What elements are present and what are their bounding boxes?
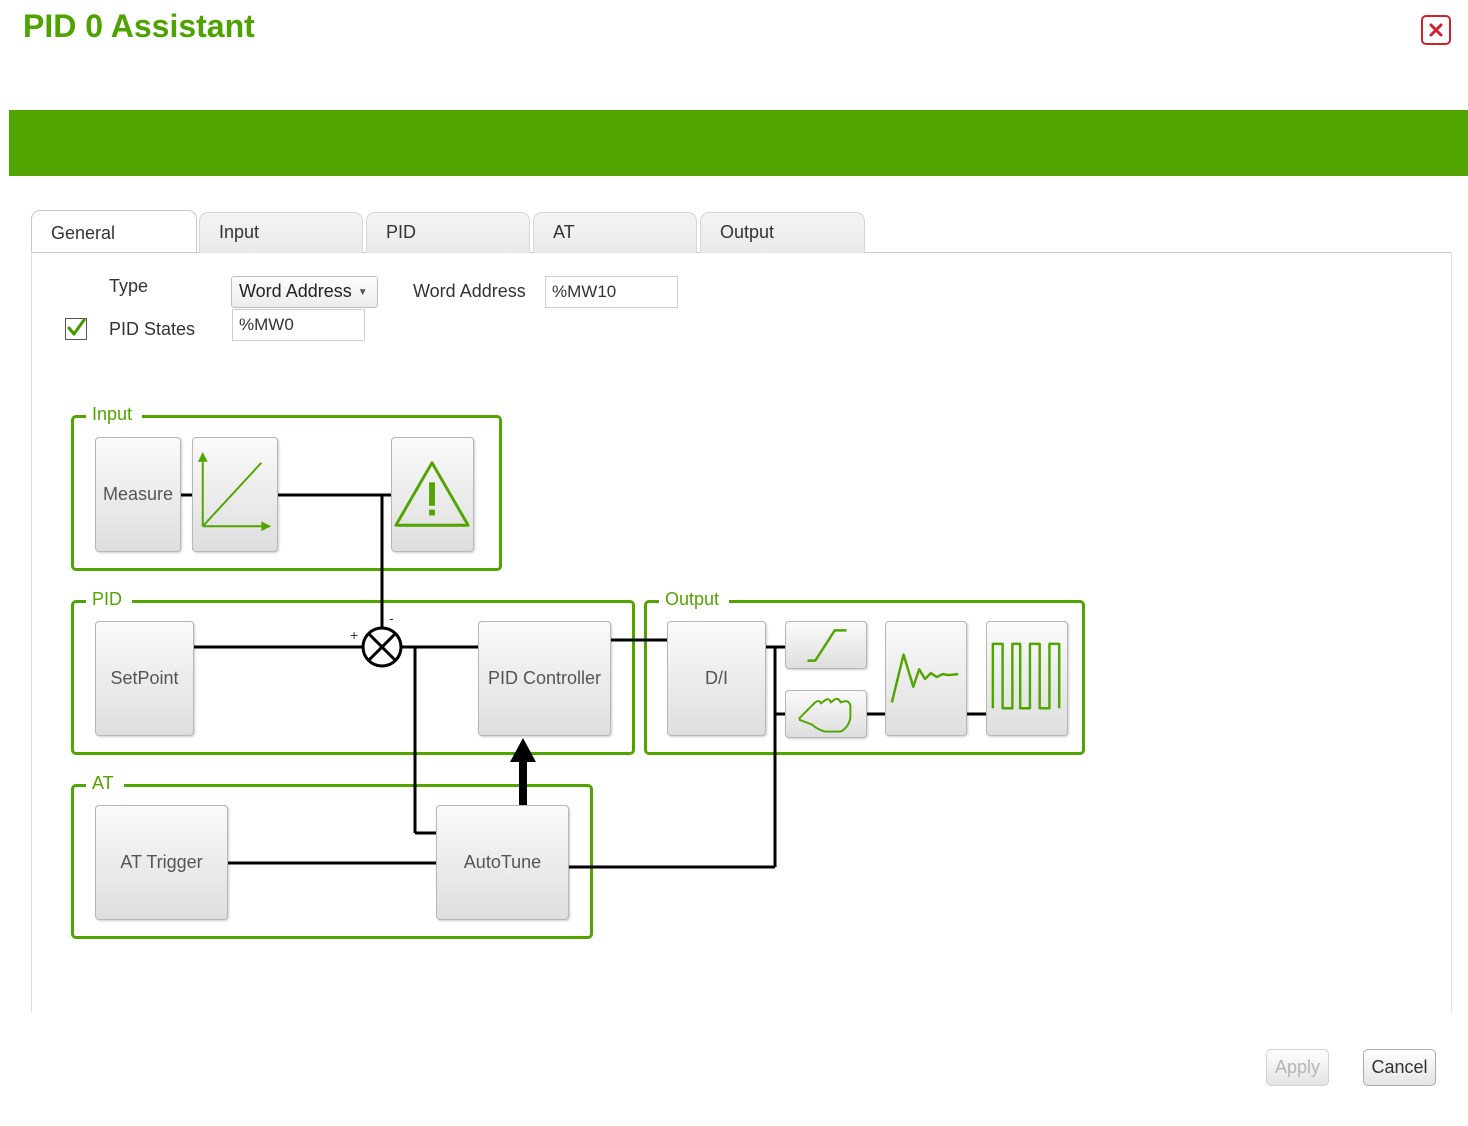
ramp-block[interactable] [785, 621, 867, 669]
alarm-block[interactable] [391, 437, 474, 552]
manual-block[interactable] [785, 690, 867, 738]
tab-pid[interactable]: PID [366, 212, 530, 253]
type-select-value: Word Address [239, 281, 352, 301]
type-select[interactable]: Word Address ▼ [231, 276, 378, 308]
response-block[interactable] [885, 621, 967, 736]
autotune-block[interactable]: AutoTune [436, 805, 569, 920]
setpoint-block[interactable]: SetPoint [95, 621, 194, 736]
type-label: Type [109, 276, 149, 296]
word-address-label: Word Address [413, 281, 526, 301]
pwm-block[interactable] [986, 621, 1068, 736]
measure-block[interactable]: Measure [95, 437, 181, 552]
tab-at[interactable]: AT [533, 212, 697, 253]
setpoint-label: SetPoint [110, 668, 179, 688]
pid-controller-label: PID Controller [487, 668, 602, 688]
pid-states-checkbox[interactable] [65, 318, 87, 340]
close-button[interactable] [1421, 15, 1451, 45]
scaling-graph-icon [197, 452, 272, 532]
pulse-icon [991, 642, 1061, 710]
di-label: D/I [704, 668, 728, 688]
di-block[interactable]: D/I [667, 621, 766, 736]
output-group-label: Output [659, 589, 730, 610]
minus-sign: - [389, 610, 394, 626]
window-title: PID 0 Assistant [23, 8, 255, 44]
oscillation-icon [890, 653, 959, 703]
input-group-label: Input [86, 404, 143, 425]
tab-output[interactable]: Output [700, 212, 865, 253]
close-icon [1429, 23, 1443, 37]
pid-group-label: PID [86, 589, 133, 610]
chevron-down-icon: ▼ [357, 287, 368, 298]
scaling-block[interactable] [192, 437, 278, 552]
tab-general[interactable]: General [31, 210, 197, 252]
header-banner [9, 110, 1468, 176]
warning-icon [394, 461, 470, 527]
pid-controller-block[interactable]: PID Controller [478, 621, 611, 736]
apply-button[interactable]: Apply [1266, 1049, 1329, 1086]
ramp-icon [807, 629, 847, 662]
plus-sign: + [350, 627, 359, 643]
cancel-button[interactable]: Cancel [1363, 1049, 1436, 1086]
at-trigger-label: AT Trigger [120, 852, 203, 872]
pid-states-label: PID States [109, 319, 196, 339]
at-trigger-block[interactable]: AT Trigger [95, 805, 228, 920]
pid-states-input[interactable]: %MW0 [232, 309, 365, 341]
autotune-label: AutoTune [463, 852, 542, 872]
checkmark-icon [67, 318, 86, 336]
at-group-label: AT [86, 773, 124, 794]
word-address-input[interactable]: %MW10 [545, 276, 678, 308]
measure-label: Measure [102, 484, 174, 504]
hand-icon [798, 697, 852, 733]
tab-input[interactable]: Input [199, 212, 363, 253]
